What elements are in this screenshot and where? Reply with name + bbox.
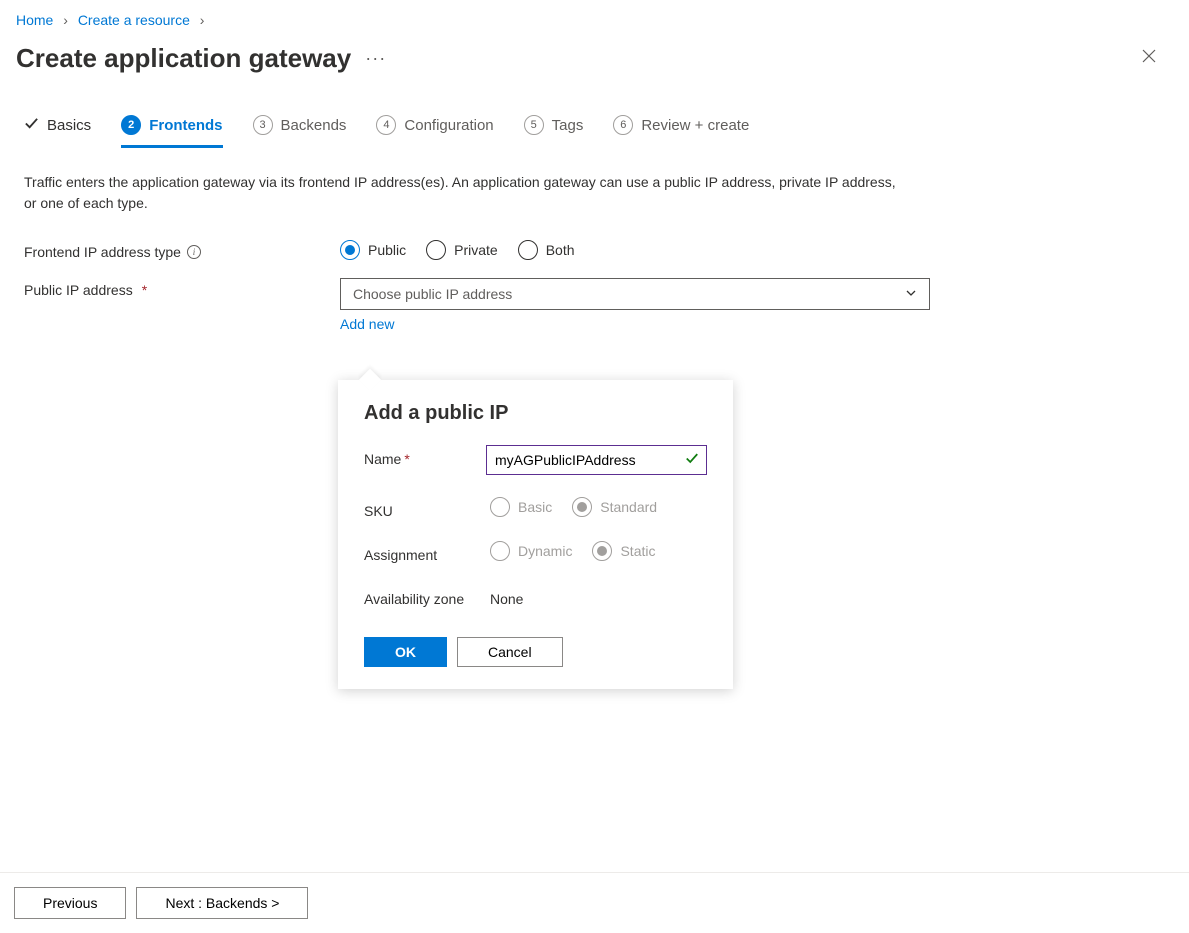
radio-icon — [426, 240, 446, 260]
label-text: Public IP address — [24, 282, 133, 298]
popup-az-value: None — [490, 585, 523, 607]
add-new-link[interactable]: Add new — [340, 316, 394, 332]
tab-tags[interactable]: 5 Tags — [524, 107, 584, 148]
popup-az-label: Availability zone — [364, 585, 490, 607]
chevron-down-icon — [905, 287, 917, 302]
tab-label: Frontends — [149, 117, 222, 134]
radio-label: Static — [620, 543, 655, 559]
previous-button[interactable]: Previous — [14, 887, 126, 919]
tab-configuration[interactable]: 4 Configuration — [376, 107, 493, 148]
tab-frontends[interactable]: 2 Frontends — [121, 107, 222, 148]
content: Traffic enters the application gateway v… — [0, 148, 1189, 374]
radio-private[interactable]: Private — [426, 240, 498, 260]
name-input[interactable] — [486, 445, 707, 475]
tab-label: Basics — [47, 117, 91, 134]
ok-button[interactable]: OK — [364, 637, 447, 667]
radio-icon — [572, 497, 592, 517]
public-ip-label: Public IP address * — [24, 278, 340, 298]
popup-sku-row: SKU Basic Standard — [364, 497, 707, 519]
radio-label: Public — [368, 242, 406, 258]
step-number-icon: 2 — [121, 115, 141, 135]
checkmark-icon — [685, 452, 699, 469]
step-number-icon: 4 — [376, 115, 396, 135]
chevron-right-icon: › — [63, 12, 68, 28]
wizard-tabs: Basics 2 Frontends 3 Backends 4 Configur… — [0, 107, 1189, 148]
popup-name-label: Name* — [364, 445, 486, 467]
public-ip-row: Public IP address * Choose public IP addr… — [24, 278, 1165, 332]
popup-sku-label: SKU — [364, 497, 490, 519]
radio-icon — [592, 541, 612, 561]
chevron-right-icon: › — [200, 12, 205, 28]
popup-assignment-row: Assignment Dynamic Static — [364, 541, 707, 563]
tab-backends[interactable]: 3 Backends — [253, 107, 347, 148]
radio-public[interactable]: Public — [340, 240, 406, 260]
checkmark-icon — [24, 116, 39, 135]
radio-assignment-dynamic: Dynamic — [490, 541, 572, 561]
tab-label: Tags — [552, 117, 584, 134]
radio-label: Basic — [518, 499, 552, 515]
radio-icon — [490, 541, 510, 561]
radio-label: Standard — [600, 499, 657, 515]
radio-sku-standard: Standard — [572, 497, 657, 517]
label-text: Name — [364, 451, 401, 467]
radio-icon — [518, 240, 538, 260]
popup-name-row: Name* — [364, 445, 707, 475]
tab-review-create[interactable]: 6 Review + create — [613, 107, 749, 148]
tab-label: Backends — [281, 117, 347, 134]
close-icon[interactable] — [1133, 40, 1165, 77]
radio-icon — [340, 240, 360, 260]
breadcrumb-create-resource[interactable]: Create a resource — [78, 12, 190, 28]
info-icon[interactable]: i — [187, 245, 201, 259]
step-number-icon: 6 — [613, 115, 633, 135]
tab-basics[interactable]: Basics — [24, 107, 91, 148]
required-icon: * — [142, 282, 147, 298]
popup-buttons: OK Cancel — [364, 637, 707, 667]
radio-both[interactable]: Both — [518, 240, 575, 260]
label-text: Frontend IP address type — [24, 244, 181, 260]
popup-title: Add a public IP — [364, 402, 707, 425]
frontend-type-label: Frontend IP address type i — [24, 240, 340, 260]
more-icon[interactable]: ··· — [365, 48, 386, 69]
frontend-type-radios: Public Private Both — [340, 240, 575, 260]
radio-label: Private — [454, 242, 498, 258]
wizard-footer: Previous Next : Backends > — [0, 872, 1189, 933]
tab-label: Configuration — [404, 117, 493, 134]
page-title: Create application gateway — [16, 43, 351, 74]
radio-label: Both — [546, 242, 575, 258]
breadcrumb: Home › Create a resource › — [0, 0, 1189, 34]
public-ip-select[interactable]: Choose public IP address — [340, 278, 930, 310]
description-text: Traffic enters the application gateway v… — [24, 172, 904, 214]
step-number-icon: 3 — [253, 115, 273, 135]
radio-label: Dynamic — [518, 543, 572, 559]
tab-label: Review + create — [641, 117, 749, 134]
radio-assignment-static: Static — [592, 541, 655, 561]
cancel-button[interactable]: Cancel — [457, 637, 563, 667]
popup-az-row: Availability zone None — [364, 585, 707, 607]
step-number-icon: 5 — [524, 115, 544, 135]
radio-sku-basic: Basic — [490, 497, 552, 517]
radio-icon — [490, 497, 510, 517]
frontend-type-row: Frontend IP address type i Public Privat… — [24, 240, 1165, 260]
select-placeholder: Choose public IP address — [353, 286, 512, 302]
page-header: Create application gateway ··· — [0, 34, 1189, 107]
breadcrumb-home[interactable]: Home — [16, 12, 53, 28]
next-button[interactable]: Next : Backends > — [136, 887, 308, 919]
popup-assignment-label: Assignment — [364, 541, 490, 563]
required-icon: * — [404, 451, 409, 467]
add-public-ip-popup: Add a public IP Name* SKU Basic Standard… — [338, 380, 733, 689]
